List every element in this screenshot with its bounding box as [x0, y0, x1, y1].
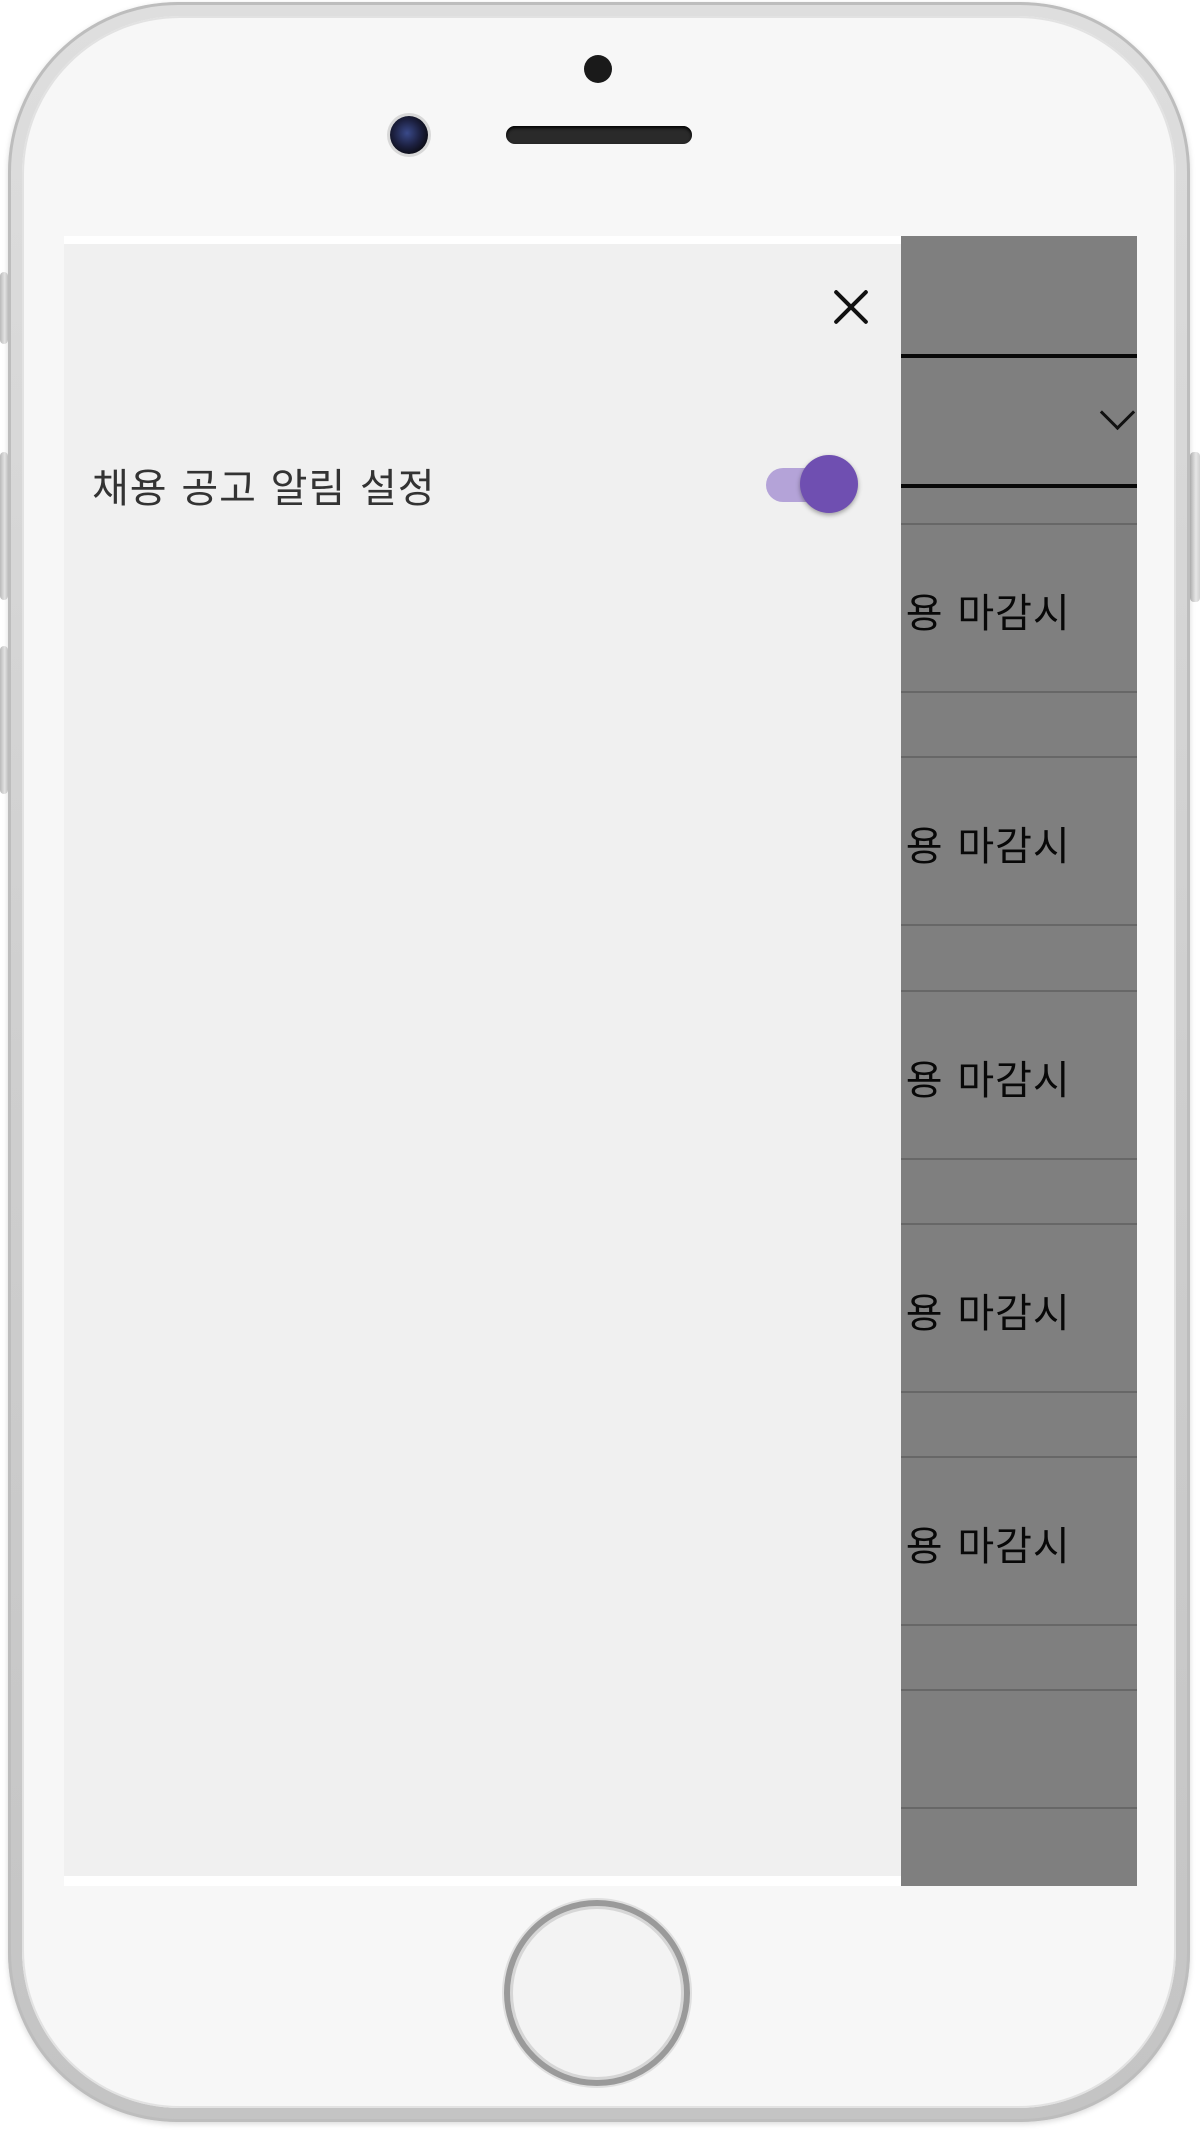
volume-up-button [0, 452, 8, 600]
drawer-panel: 채용 공고 알림 설정 [64, 244, 901, 1876]
earpiece-speaker [506, 126, 692, 144]
phone-mockup: 채용 마감시 채용 마감시 채용 마감시 채용 마감시 채용 마감시 [0, 0, 1200, 2133]
front-camera [390, 116, 428, 154]
volume-down-button [0, 646, 8, 794]
settings-drawer: 채용 공고 알림 설정 [64, 236, 901, 1886]
phone-screen: 채용 마감시 채용 마감시 채용 마감시 채용 마감시 채용 마감시 [64, 236, 1137, 1886]
toggle-thumb [800, 455, 858, 513]
home-button[interactable] [504, 1900, 690, 2086]
close-icon[interactable] [826, 282, 876, 332]
job-alert-setting-row[interactable]: 채용 공고 알림 설정 [64, 444, 901, 524]
job-alert-toggle[interactable] [762, 452, 862, 516]
power-button [1190, 452, 1200, 602]
proximity-sensor [584, 55, 612, 83]
mute-switch [0, 272, 8, 344]
job-alert-setting-label: 채용 공고 알림 설정 [92, 466, 436, 512]
